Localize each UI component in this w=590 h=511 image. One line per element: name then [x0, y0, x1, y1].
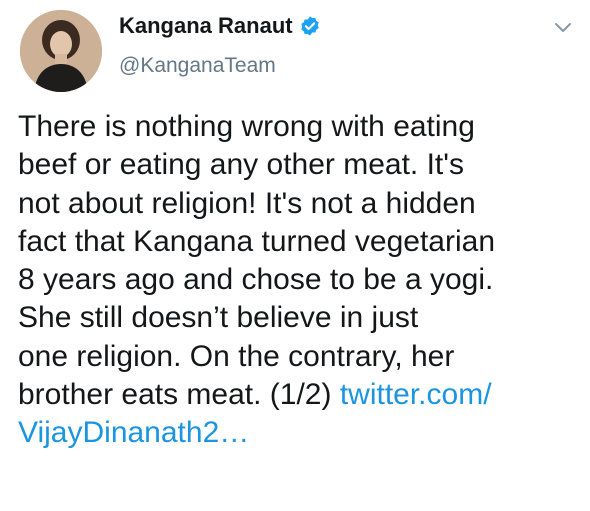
tweet-line: She still doesn’t believe in just [18, 301, 419, 335]
tweet-line: not about religion! It's not a hidden [18, 186, 476, 220]
tweet-card: Kangana Ranaut @KanganaTeam There is not… [0, 0, 590, 511]
chevron-down-icon[interactable] [552, 20, 574, 36]
tweet-link[interactable]: twitter.com/ [340, 378, 492, 411]
avatar-photo [20, 10, 102, 92]
tweet-line: beef or eating any other meat. It's [18, 148, 464, 182]
tweet-line: There is nothing wrong with eating [18, 110, 475, 143]
author-name-row: Kangana Ranaut [119, 13, 321, 39]
tweet-line-with-link: brother eats meat. (1/2) twitter.com/ [18, 376, 578, 414]
tweet-link-continuation: VijayDinanath2… [18, 414, 578, 452]
tweet-line: one religion. On the contrary, her [18, 339, 455, 373]
tweet-line: fact that Kangana turned vegetarian [18, 224, 496, 258]
tweet-text: There is nothing wrong with eating beef … [18, 108, 578, 453]
author-display-name[interactable]: Kangana Ranaut [119, 13, 293, 39]
verified-badge-icon [299, 15, 321, 37]
author-avatar[interactable] [20, 10, 102, 92]
tweet-link-continued[interactable]: VijayDinanath2… [18, 416, 249, 449]
tweet-line: 8 years ago and chose to be a yogi. [18, 263, 494, 297]
author-handle[interactable]: @KanganaTeam [119, 54, 276, 78]
tweet-line: brother eats meat. (1/2) [18, 378, 332, 412]
